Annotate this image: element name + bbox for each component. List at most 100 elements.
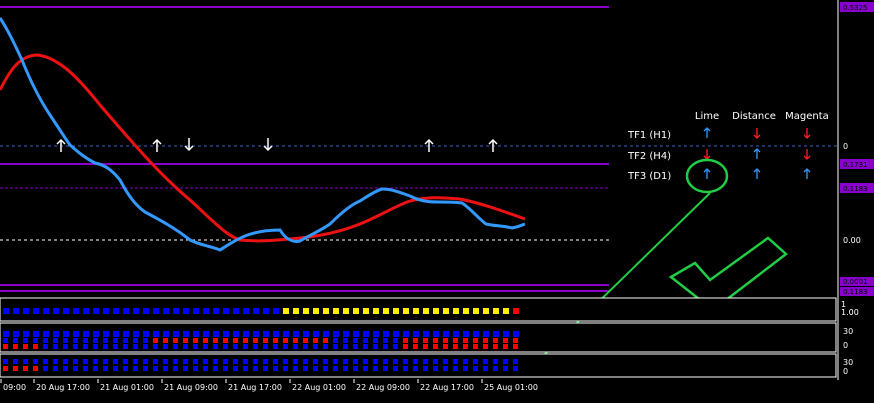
ind2-dot (233, 331, 239, 337)
ind2-dot (33, 331, 39, 337)
ind1-dot (283, 308, 289, 314)
ind2-dot (403, 338, 408, 343)
ind2-dot (133, 338, 138, 343)
ind2-dot (103, 338, 108, 343)
ind3-dot (483, 366, 488, 371)
ind2-dot (373, 338, 378, 343)
ind2-dot (343, 338, 348, 343)
ind3-dot (193, 359, 198, 364)
chart-window[interactable]: 0.5325 0 0.1731 0.1183 0.00 0.0001 0.118… (0, 0, 874, 403)
ind2-dot (413, 331, 419, 337)
ind2-dot (363, 338, 368, 343)
ind2-dot (143, 338, 148, 343)
ind2-dot (373, 344, 378, 349)
down-arrow-icon (703, 149, 711, 160)
ind1-dot (153, 308, 159, 314)
ind3-dot (383, 359, 388, 364)
ind1-dot (203, 308, 209, 314)
ind3-dot (383, 366, 388, 371)
ind2-dot (203, 331, 209, 337)
time-axis-label: 20 Aug 17:00 (36, 383, 90, 392)
ind3-dot (273, 366, 278, 371)
ind1-dot (193, 308, 199, 314)
ind3-dot (333, 366, 338, 371)
ind1-dot (113, 308, 119, 314)
ind1-dot (503, 308, 509, 314)
ind2-dot (153, 344, 158, 349)
time-axis-label: 22 Aug 09:00 (356, 383, 410, 392)
table-header-lime: Lime (695, 111, 719, 122)
ind3-dot (373, 366, 378, 371)
time-axis-label: 21 Aug 17:00 (228, 383, 282, 392)
ind2-dot (223, 338, 228, 343)
ind3-dot (33, 359, 38, 364)
ind3-dot (243, 366, 248, 371)
ind3-dot (493, 366, 498, 371)
ind1-dot (453, 308, 459, 314)
ind1-dot (93, 308, 99, 314)
ind2-dot (163, 338, 168, 343)
ind3-dot (483, 359, 488, 364)
ind2-dot (293, 331, 299, 337)
ind3-dot (263, 359, 268, 364)
ind2-dot (283, 344, 288, 349)
ind2-dot (453, 338, 458, 343)
ind2-dot (313, 344, 318, 349)
ind1-dot (443, 308, 449, 314)
ind2-dot (143, 344, 148, 349)
ind3-dot (453, 359, 458, 364)
up-arrow-icon (753, 148, 761, 159)
indicator-panel-3[interactable] (0, 353, 837, 378)
chart-canvas[interactable]: 0.5325 0 0.1731 0.1183 0.00 0.0001 0.118… (0, 0, 874, 403)
ind3-dot (73, 359, 78, 364)
ind3-dot (353, 366, 358, 371)
ind3-dot (443, 359, 448, 364)
ind3-dot (333, 359, 338, 364)
ind2-dot (463, 331, 469, 337)
ind3-dot (363, 359, 368, 364)
time-axis-label: 25 Aug 01:00 (484, 383, 538, 392)
ind3-dot (513, 359, 518, 364)
ind1-mid-label: 1.00 (841, 308, 859, 317)
ind3-dot (303, 359, 308, 364)
ind2-dot (183, 331, 189, 337)
ind2-dot (153, 338, 158, 343)
ind2-dot (393, 338, 398, 343)
ind2-bottom-label: 0 (843, 341, 848, 350)
ind2-dot (363, 331, 369, 337)
ind2-dot (403, 344, 408, 349)
ind2-dot (113, 338, 118, 343)
ind3-dot (493, 359, 498, 364)
ind2-dot (343, 344, 348, 349)
ind2-dot (113, 331, 119, 337)
up-arrow-icon (56, 138, 66, 152)
ind1-dot (383, 308, 389, 314)
ind3-dot (113, 359, 118, 364)
time-axis-label: 22 Aug 17:00 (420, 383, 474, 392)
ind1-dot (373, 308, 379, 314)
ind2-dot (253, 338, 258, 343)
ind3-dot (373, 359, 378, 364)
ind2-dot (83, 344, 88, 349)
ind3-dot (343, 366, 348, 371)
ind2-dot (63, 338, 68, 343)
ind3-dot (303, 366, 308, 371)
table-row-label-tf1: TF1 (H1) (627, 130, 671, 141)
ind3-bottom-label: 0 (843, 367, 848, 376)
ind2-dot (493, 344, 498, 349)
ind2-dot (113, 344, 118, 349)
ind2-dot (3, 331, 9, 337)
ind3-dot (33, 366, 38, 371)
ind3-dot (253, 359, 258, 364)
ind3-dot (43, 366, 48, 371)
ind2-dot (303, 344, 308, 349)
ind2-dot (493, 331, 499, 337)
ind2-dot (223, 331, 229, 337)
ind3-dot (83, 359, 88, 364)
ind3-dot (3, 366, 8, 371)
ind1-dot (173, 308, 179, 314)
ind1-dot (223, 308, 229, 314)
ind3-dot (213, 359, 218, 364)
ind3-dot (323, 359, 328, 364)
ind2-dot (373, 331, 379, 337)
